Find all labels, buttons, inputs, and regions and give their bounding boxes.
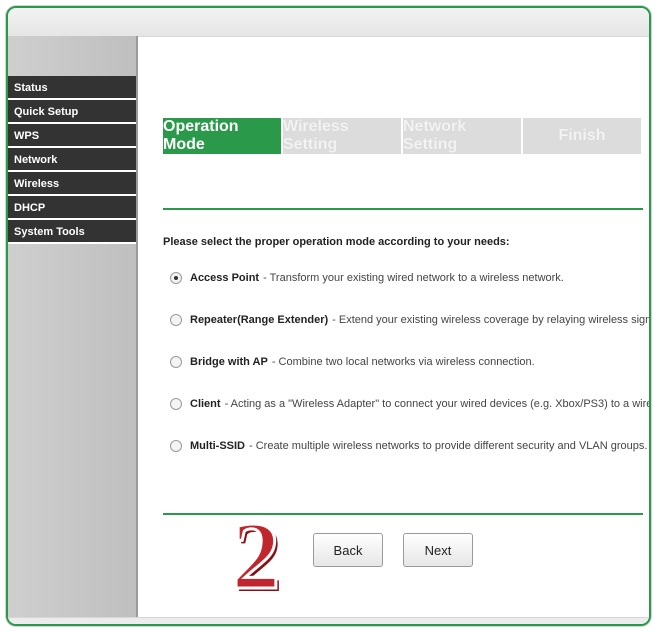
option-bridge-with-ap[interactable]: Bridge with AP - Combine two local netwo…	[170, 352, 640, 372]
step-number-overlay: 2	[231, 502, 282, 609]
option-title: Bridge with AP	[190, 356, 268, 368]
sidebar-item-wireless[interactable]: Wireless	[8, 172, 136, 196]
radio-repeater[interactable]	[170, 314, 182, 326]
option-multi-ssid[interactable]: Multi-SSID - Create multiple wireless ne…	[170, 436, 647, 456]
sidebar-menu: Status Quick Setup WPS Network Wireless …	[8, 76, 136, 244]
step-network-setting: Network Setting	[403, 118, 521, 154]
top-banner	[8, 8, 649, 37]
option-title: Multi-SSID	[190, 440, 245, 452]
option-repeater[interactable]: Repeater(Range Extender) - Extend your e…	[170, 310, 649, 330]
option-description: - Combine two local networks via wireles…	[271, 356, 535, 368]
option-title: Client	[190, 398, 221, 410]
step-finish: Finish	[523, 118, 641, 154]
sidebar: Status Quick Setup WPS Network Wireless …	[8, 36, 138, 624]
option-title: Repeater(Range Extender)	[190, 314, 329, 326]
option-description: - Transform your existing wired network …	[263, 272, 564, 284]
router-admin-window: Status Quick Setup WPS Network Wireless …	[6, 6, 651, 626]
radio-access-point[interactable]	[170, 272, 182, 284]
sidebar-item-status[interactable]: Status	[8, 76, 136, 100]
radio-bridge-with-ap[interactable]	[170, 356, 182, 368]
radio-client[interactable]	[170, 398, 182, 410]
next-button[interactable]: Next	[403, 533, 473, 567]
option-client[interactable]: Client - Acting as a "Wireless Adapter" …	[170, 394, 649, 414]
wizard-steps: Operation Mode Wireless Setting Network …	[163, 118, 643, 154]
option-description: - Extend your existing wireless coverage…	[332, 314, 651, 326]
radio-multi-ssid[interactable]	[170, 440, 182, 452]
sidebar-item-dhcp[interactable]: DHCP	[8, 196, 136, 220]
divider-top	[163, 208, 643, 210]
sidebar-item-network[interactable]: Network	[8, 148, 136, 172]
option-description: - Create multiple wireless networks to p…	[249, 440, 648, 452]
option-access-point[interactable]: Access Point - Transform your existing w…	[170, 268, 640, 288]
mode-options: Access Point - Transform your existing w…	[170, 268, 649, 478]
bottom-banner	[8, 617, 649, 624]
sidebar-item-wps[interactable]: WPS	[8, 124, 136, 148]
option-description: - Acting as a "Wireless Adapter" to conn…	[224, 398, 651, 410]
step-wireless-setting: Wireless Setting	[283, 118, 401, 154]
step-operation-mode: Operation Mode	[163, 118, 281, 154]
mode-prompt: Please select the proper operation mode …	[163, 236, 510, 248]
back-button[interactable]: Back	[313, 533, 383, 567]
option-title: Access Point	[190, 272, 260, 284]
sidebar-item-system-tools[interactable]: System Tools	[8, 220, 136, 244]
sidebar-item-quick-setup[interactable]: Quick Setup	[8, 100, 136, 124]
